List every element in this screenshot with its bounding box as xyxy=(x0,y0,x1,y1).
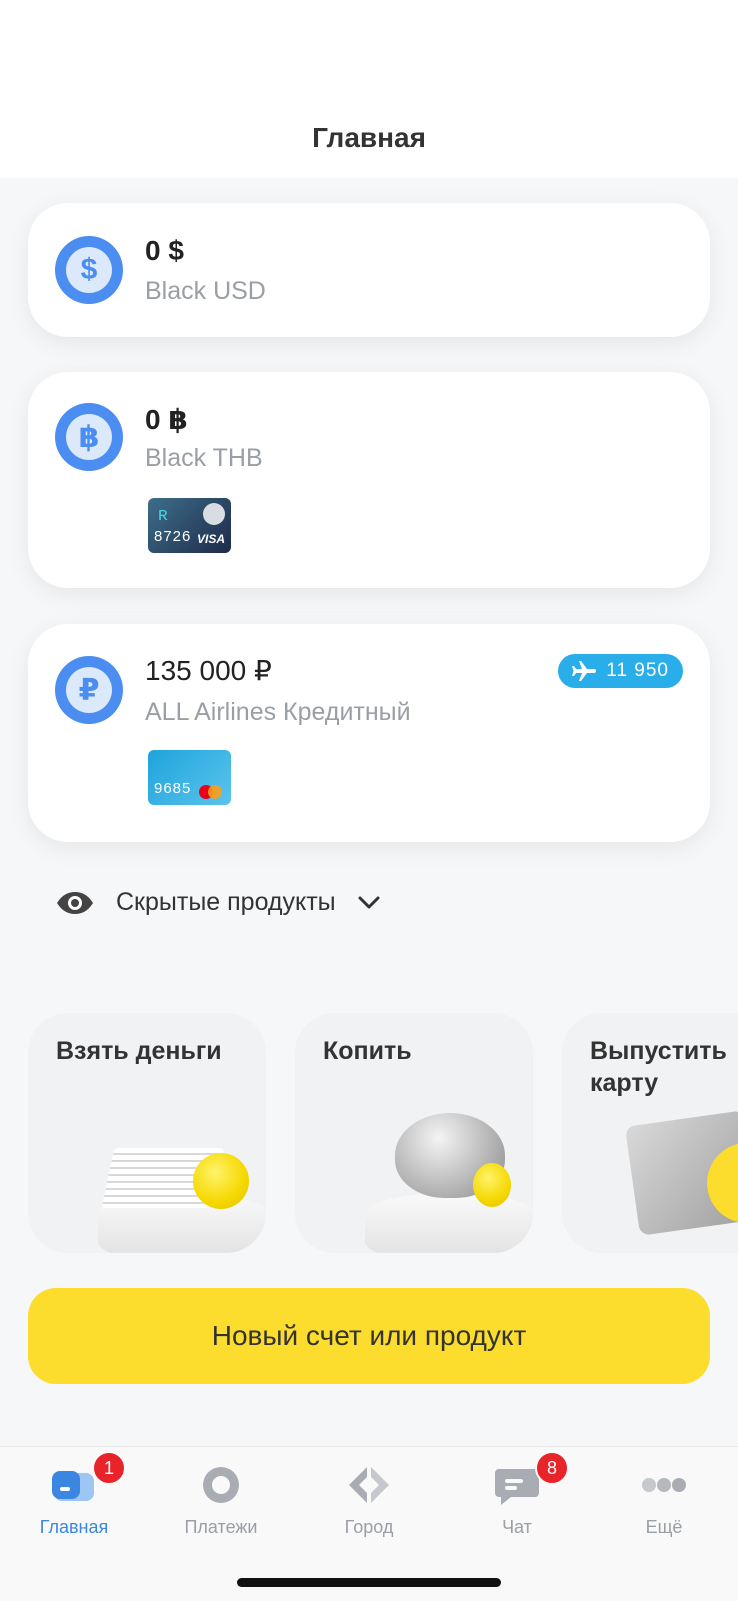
hidden-products-label: Скрытые продукты xyxy=(116,888,336,916)
home-indicator[interactable] xyxy=(237,1578,501,1587)
card-number: 9685 xyxy=(154,780,192,797)
mastercard-icon xyxy=(199,785,223,799)
city-icon xyxy=(345,1461,393,1509)
miles-value: 11 950 xyxy=(606,660,669,681)
notification-badge: 8 xyxy=(535,1451,569,1485)
baht-icon: ฿ xyxy=(55,403,123,471)
offer-title: Копить xyxy=(323,1037,412,1065)
tab-home[interactable]: 1 Главная xyxy=(4,1451,144,1538)
ruble-icon: ₽ xyxy=(55,656,123,724)
top-header: Главная xyxy=(0,0,738,178)
offer-tile-borrow[interactable]: Взять деньги xyxy=(28,1013,266,1253)
dollar-icon: $ xyxy=(55,236,123,304)
eye-icon xyxy=(57,891,93,914)
more-icon xyxy=(640,1461,688,1509)
account-name: Black THB xyxy=(145,444,263,472)
offer-title: Взять деньги xyxy=(56,1037,222,1065)
miles-badge[interactable]: 11 950 xyxy=(558,654,683,688)
offer-tile-card[interactable]: Выпустить карту xyxy=(562,1013,738,1253)
account-balance: 135 000 ₽ xyxy=(145,655,272,686)
home-icon: 1 xyxy=(50,1451,126,1509)
pedestal-graphic xyxy=(365,1193,533,1253)
bank-card-thumbnail[interactable]: 9685 xyxy=(148,750,231,805)
tab-label: Город xyxy=(344,1517,394,1537)
notification-badge: 1 xyxy=(92,1451,126,1485)
airplane-icon xyxy=(572,661,597,681)
account-name: Black USD xyxy=(145,277,266,305)
card-network: VISA xyxy=(196,532,225,546)
chat-icon: 8 xyxy=(493,1451,569,1509)
coin-graphic xyxy=(193,1153,249,1209)
account-name: ALL Airlines Кредитный xyxy=(145,698,411,726)
offer-title: Выпустить карту xyxy=(590,1037,727,1097)
bank-card-thumbnail[interactable]: ʀ 8726 VISA xyxy=(148,498,231,553)
hidden-products-toggle[interactable]: Скрытые продукты xyxy=(56,888,380,917)
card-emblem-icon: ʀ xyxy=(158,504,168,524)
tab-label: Чат xyxy=(502,1517,532,1537)
account-card-rub[interactable]: ₽ 135 000 ₽ ALL Airlines Кредитный 11 95… xyxy=(28,624,710,842)
tab-label: Ещё xyxy=(645,1517,683,1537)
offer-tile-save[interactable]: Копить xyxy=(295,1013,533,1253)
tab-more[interactable]: Ещё xyxy=(594,1461,734,1538)
tab-payments[interactable]: Платежи xyxy=(151,1461,291,1538)
tab-label: Платежи xyxy=(184,1517,258,1537)
tab-chat[interactable]: 8 Чат xyxy=(447,1451,587,1538)
card-logo-icon xyxy=(203,503,225,525)
tab-label: Главная xyxy=(39,1517,109,1537)
coin-graphic xyxy=(473,1163,511,1207)
account-balance: 0 ฿ xyxy=(145,404,188,435)
payments-icon xyxy=(197,1461,245,1509)
page-title: Главная xyxy=(312,122,426,153)
account-card-thb[interactable]: ฿ 0 ฿ Black THB ʀ 8726 VISA xyxy=(28,372,710,588)
card-number: 8726 xyxy=(154,528,192,545)
tab-city[interactable]: Город xyxy=(299,1461,439,1538)
new-account-or-product-button[interactable]: Новый счет или продукт xyxy=(28,1288,710,1384)
chevron-down-icon xyxy=(358,896,380,908)
account-balance: 0 $ xyxy=(145,235,184,266)
account-card-usd[interactable]: $ 0 $ Black USD xyxy=(28,203,710,337)
